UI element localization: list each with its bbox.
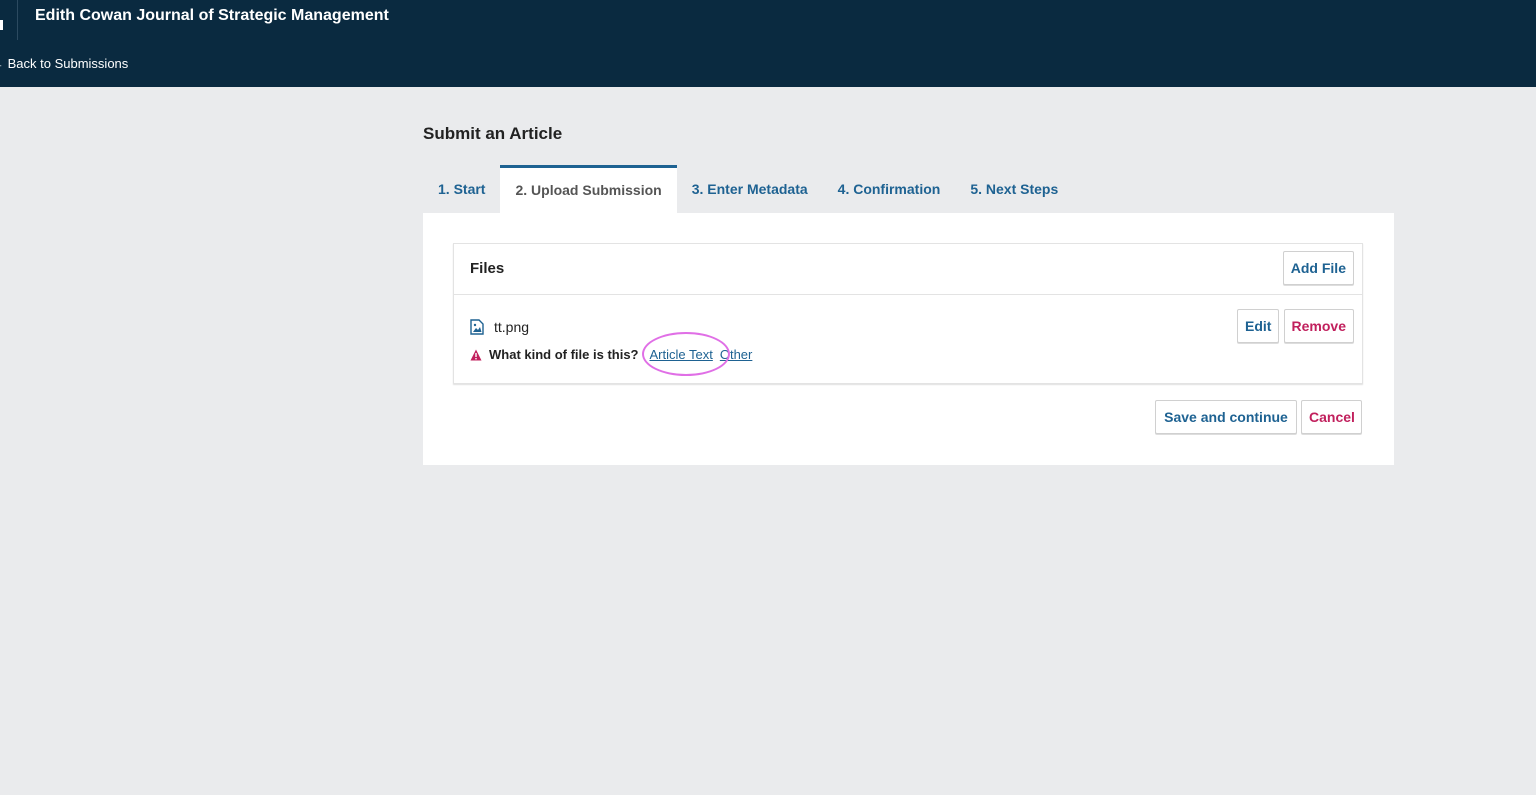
file-row: tt.png Edit Remove What kind of file is … — [454, 295, 1362, 383]
header-divider — [17, 0, 18, 40]
warning-icon — [470, 349, 482, 360]
tab-start[interactable]: 1. Start — [423, 165, 500, 213]
genre-other-link[interactable]: Other — [720, 347, 753, 362]
file-name[interactable]: tt.png — [494, 319, 529, 335]
save-and-continue-button[interactable]: Save and continue — [1155, 400, 1297, 434]
genre-article-text-link[interactable]: Article Text — [650, 347, 713, 362]
journal-title[interactable]: Edith Cowan Journal of Strategic Managem… — [35, 7, 389, 25]
page-title: Submit an Article — [423, 124, 563, 143]
upload-panel: Files Add File tt.png Edit Remove What k… — [423, 213, 1394, 465]
remove-file-button[interactable]: Remove — [1283, 309, 1354, 343]
tab-enter-metadata[interactable]: 3. Enter Metadata — [677, 165, 823, 213]
cancel-button[interactable]: Cancel — [1301, 400, 1362, 434]
files-header: Files Add File — [454, 244, 1362, 295]
tab-upload-submission[interactable]: 2. Upload Submission — [500, 165, 677, 213]
edit-file-button[interactable]: Edit — [1237, 309, 1280, 343]
tab-confirmation[interactable]: 4. Confirmation — [823, 165, 956, 213]
submission-steps-tabs: 1. Start 2. Upload Submission 3. Enter M… — [423, 165, 1073, 213]
top-header: Edith Cowan Journal of Strategic Managem… — [0, 0, 1536, 87]
file-genre-question: What kind of file is this? — [489, 347, 639, 362]
files-list: Files Add File tt.png Edit Remove What k… — [453, 243, 1363, 384]
back-to-submissions-link[interactable]: ← Back to Submissions — [0, 56, 128, 71]
tab-next-steps[interactable]: 5. Next Steps — [955, 165, 1073, 213]
files-title: Files — [470, 260, 505, 277]
image-file-icon — [470, 319, 484, 335]
menu-edge-icon[interactable] — [0, 20, 3, 30]
file-genre-prompt: What kind of file is this? Article Text … — [470, 347, 759, 362]
add-file-button[interactable]: Add File — [1282, 251, 1354, 285]
